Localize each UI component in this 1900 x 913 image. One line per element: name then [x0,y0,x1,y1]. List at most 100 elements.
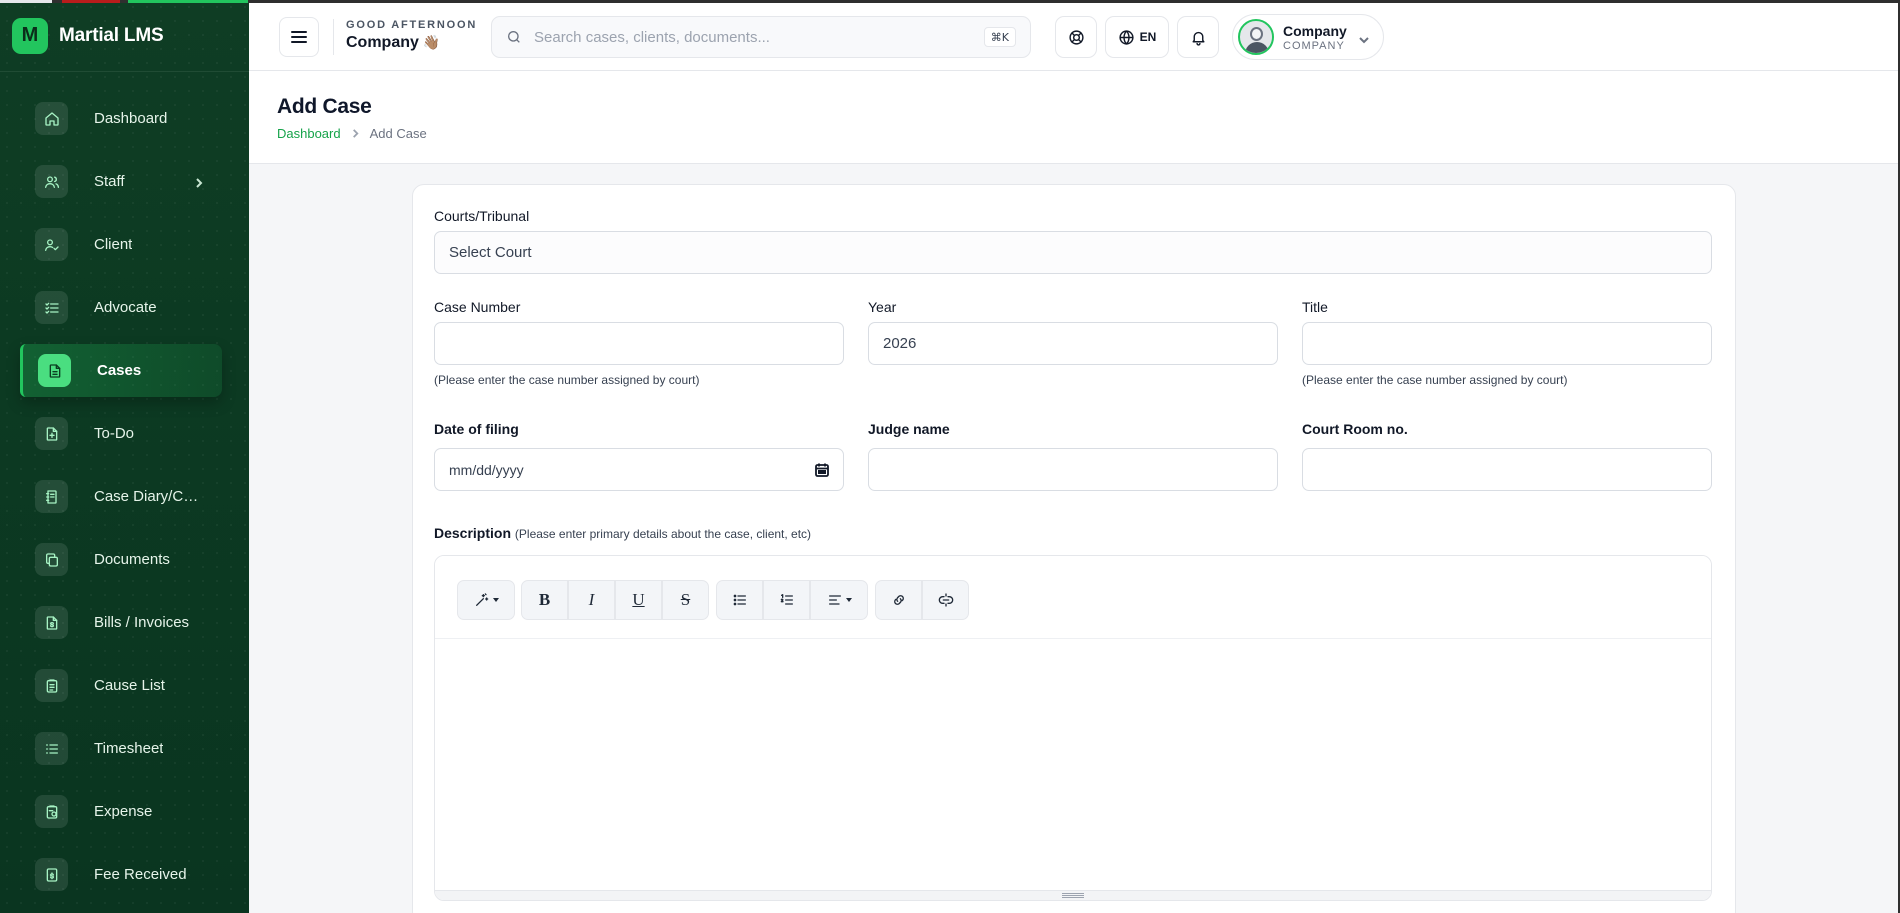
notifications-button[interactable] [1177,16,1219,58]
receipt-icon [35,606,68,639]
user-check-icon [35,228,68,261]
chevron-right-icon [194,175,204,188]
file-plus-icon [35,417,68,450]
search-shortcut-badge: ⌘K [983,27,1016,47]
sidebar-item-label: Documents [94,551,170,568]
sidebar-item-label: Timesheet [94,740,164,757]
sidebar-item-fee-received[interactable]: Fee Received [0,848,249,901]
lifebuoy-icon [1068,29,1084,45]
page-title: Add Case [277,95,372,118]
sidebar-item-bills[interactable]: Bills / Invoices [0,596,249,649]
chevron-down-icon [1359,32,1369,50]
sidebar-item-label: Expense [94,803,153,820]
link-icon [893,595,904,605]
users-icon [35,165,68,198]
court-room-input[interactable] [1302,448,1712,491]
profile-role: COMPANY [1283,39,1345,52]
unlink-button[interactable] [922,580,969,620]
description-label-text: Description [434,525,512,541]
greeting-text: GOOD AFTERNOON [346,19,478,31]
sidebar-item-timesheet[interactable]: Timesheet [0,722,249,775]
sidebar-item-advocate[interactable]: Advocate [0,281,249,334]
brand-logo: M [12,17,48,54]
sidebar-item-client[interactable]: Client [0,218,249,271]
sidebar-nav: Dashboard Staff Client Advocate Cases To… [0,92,249,911]
year-input[interactable]: 2026 [868,322,1278,365]
sidebar-item-case-diary[interactable]: Case Diary/Calendar [0,470,249,523]
language-button[interactable]: EN [1105,16,1169,58]
sidebar-item-label: Cases [97,362,142,379]
sidebar-item-label: Fee Received [94,866,187,883]
strikethrough-button[interactable]: S [662,580,709,620]
home-icon [35,102,68,135]
sidebar-item-label: Staff [94,173,125,190]
copy-icon [35,543,68,576]
search-icon [508,31,520,43]
title-input[interactable] [1302,322,1712,365]
sidebar-item-cases[interactable]: Cases [20,344,222,397]
file-text-icon [38,354,71,387]
case-number-input[interactable] [434,322,844,365]
sidebar-item-label: To-Do [94,425,135,442]
globe-icon [1119,29,1134,45]
bullet-list-button[interactable] [716,580,763,620]
date-placeholder: mm/dd/yyyy [449,461,524,478]
app-window: M Martial LMS Dashboard Staff Client Adv… [0,0,1900,913]
help-button[interactable] [1055,16,1097,58]
profile-menu[interactable]: Company COMPANY [1232,14,1384,60]
court-select[interactable]: Select Court [434,231,1712,274]
breadcrumb-link-dashboard[interactable]: Dashboard [277,126,341,141]
greeting-name: Company [346,34,419,51]
menu-toggle-button[interactable] [279,17,319,57]
breadcrumb-current: Add Case [369,126,427,141]
judge-name-label: Judge name [868,421,950,437]
calendar-icon[interactable] [815,463,829,480]
style-button[interactable] [457,580,515,620]
sidebar-item-label: Advocate [94,299,157,316]
clipboard-icon [35,669,68,702]
sidebar-item-documents[interactable]: Documents [0,533,249,586]
underline-button[interactable]: U [615,580,662,620]
court-room-label: Court Room no. [1302,421,1408,437]
description-hint: (Please enter primary details about the … [514,527,812,541]
sidebar-item-label: Dashboard [94,110,168,127]
date-of-filing-input[interactable]: mm/dd/yyyy [434,448,844,491]
date-of-filing-label: Date of filing [434,421,519,437]
editor-toolbar: B I U S [435,556,1711,639]
year-label: Year [868,299,897,315]
clipboard-money-icon [35,795,68,828]
editor-resize-handle[interactable] [435,890,1711,900]
profile-info: Company COMPANY [1283,23,1347,52]
sidebar-item-dashboard[interactable]: Dashboard [0,92,249,145]
case-number-label: Case Number [434,299,521,315]
brand[interactable]: M Martial LMS [0,0,249,72]
list-check-icon [35,291,68,324]
hamburger-icon [291,31,307,43]
top-header: GOOD AFTERNOON Company👋🏽 ⌘K EN Company C… [249,3,1900,71]
bold-button[interactable]: B [521,580,568,620]
search-input[interactable] [534,28,974,46]
unlink-icon [938,593,953,607]
notebook-icon [35,480,68,513]
align-button[interactable] [810,580,868,620]
magic-wand-icon [475,593,488,606]
sidebar-item-label: Case Diary/Calendar [94,488,204,505]
list-icon [35,732,68,765]
link-button[interactable] [875,580,922,620]
sidebar-item-expense[interactable]: Expense [0,785,249,838]
sidebar-item-staff[interactable]: Staff [0,155,249,208]
sidebar-item-label: Bills / Invoices [94,614,190,631]
money-icon [35,858,68,891]
description-text-area[interactable] [435,639,1711,900]
sidebar-item-todo[interactable]: To-Do [0,407,249,460]
global-search[interactable]: ⌘K [491,16,1031,58]
title-label: Title [1302,299,1328,315]
top-accent-stripe [0,0,1900,3]
italic-button[interactable]: I [568,580,615,620]
judge-name-input[interactable] [868,448,1278,491]
main-content: Courts/Tribunal Select Court Case Number… [249,164,1900,913]
sidebar-item-cause-list[interactable]: Cause List [0,659,249,712]
case-number-help: (Please enter the case number assigned b… [434,373,700,387]
numbered-list-button[interactable] [763,580,810,620]
page-header: Add Case Dashboard Add Case [249,71,1900,164]
